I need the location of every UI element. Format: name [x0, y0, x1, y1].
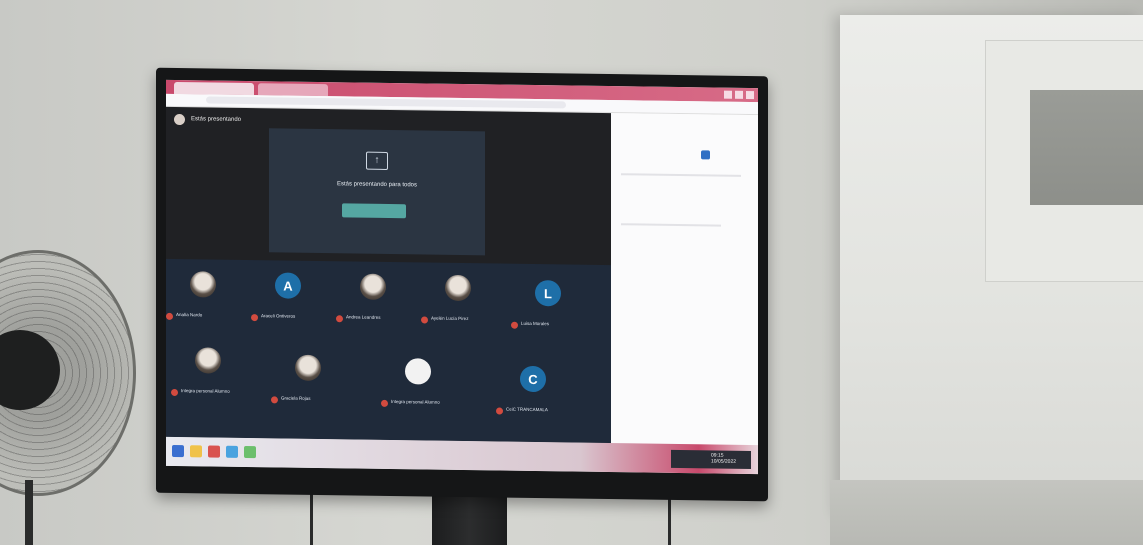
mute-icon	[421, 316, 428, 324]
mute-icon	[171, 388, 178, 397]
participant-tile[interactable]: Ayelén Lucía Pirez	[421, 268, 501, 339]
avatar: A	[275, 272, 301, 299]
browser-tab-active[interactable]	[174, 81, 254, 96]
mute-icon	[251, 314, 258, 322]
monitor-screen: Estás presentando ↑ Estás presentando pa…	[166, 79, 758, 475]
app-icon[interactable]	[701, 150, 710, 160]
wall-box	[1030, 90, 1143, 205]
presentation-panel: ↑ Estás presentando para todos	[269, 128, 485, 256]
divider	[621, 223, 721, 227]
browser-tab[interactable]	[258, 83, 328, 97]
taskbar-app-icon[interactable]	[226, 445, 238, 458]
participant-name: Graciela Rojas	[281, 395, 311, 401]
taskbar-app-icon[interactable]	[244, 445, 256, 459]
clock-date: 10/05/2022	[711, 458, 737, 465]
participant-name: Araceli Ontiveros	[261, 313, 296, 319]
standing-fan	[0, 250, 136, 496]
mute-icon	[381, 399, 388, 407]
mute-icon	[271, 396, 278, 404]
participant-tile[interactable]: L Luisa Morales	[511, 274, 591, 345]
avatar	[360, 273, 386, 300]
avatar	[195, 347, 221, 374]
video-call-window: Estás presentando ↑ Estás presentando pa…	[166, 106, 611, 444]
avatar: L	[535, 280, 561, 307]
participant-name: Andrea Leandres	[346, 314, 381, 320]
minimize-icon[interactable]	[724, 90, 732, 99]
monitor: Estás presentando ↑ Estás presentando pa…	[156, 67, 768, 502]
taskbar-app-icon[interactable]	[190, 445, 202, 458]
mute-icon	[511, 321, 518, 329]
stop-presenting-button[interactable]	[342, 203, 406, 219]
taskbar-app-icon[interactable]	[208, 445, 220, 458]
mute-icon	[166, 312, 173, 320]
participant-name: Integra personal Alumno	[181, 388, 230, 394]
meet-header-title: Estás presentando	[191, 116, 242, 123]
participant-tile[interactable]: Andrea Leandres	[336, 267, 416, 338]
participant-grid: Analía Nardo A Araceli Ontiveros Andrea …	[166, 258, 611, 444]
floor-strip	[830, 480, 1143, 545]
mute-icon	[496, 407, 503, 415]
maximize-icon[interactable]	[735, 90, 743, 99]
participant-tile[interactable]: Integra personal Alumno	[381, 352, 461, 423]
meet-header: Estás presentando	[174, 111, 241, 128]
system-clock[interactable]: 09:15 10/05/2022	[711, 452, 736, 464]
participant-tile[interactable]: Analía Nardo	[166, 265, 246, 336]
participant-tile[interactable]: A Araceli Ontiveros	[251, 266, 331, 337]
close-icon[interactable]	[746, 90, 754, 100]
presenting-message: Estás presentando para todos	[336, 181, 418, 189]
present-screen-icon: ↑	[366, 151, 388, 170]
windows-start-icon[interactable]	[172, 444, 184, 458]
avatar	[190, 271, 216, 298]
photo-scene: Estás presentando ↑ Estás presentando pa…	[0, 0, 1143, 545]
participant-name: Integra personal Alumno	[391, 399, 440, 405]
participant-name: CeiC TRANCAMALA	[506, 406, 548, 413]
fan-pole	[25, 480, 33, 545]
avatar	[405, 358, 431, 385]
participant-name: Luisa Morales	[521, 320, 550, 327]
participant-tile[interactable]: Integra personal Alumno	[171, 341, 251, 412]
host-avatar	[174, 113, 185, 125]
side-panel	[611, 113, 758, 446]
mute-icon	[336, 315, 343, 323]
avatar	[295, 354, 321, 382]
avatar	[445, 274, 471, 302]
participant-name: Ayelén Lucía Pirez	[431, 315, 469, 322]
participant-tile[interactable]: C CeiC TRANCAMALA	[496, 359, 576, 430]
participant-name: Analía Nardo	[176, 312, 203, 318]
avatar: C	[520, 365, 546, 393]
participant-tile[interactable]: Graciela Rojas	[271, 348, 351, 419]
divider	[621, 173, 741, 177]
